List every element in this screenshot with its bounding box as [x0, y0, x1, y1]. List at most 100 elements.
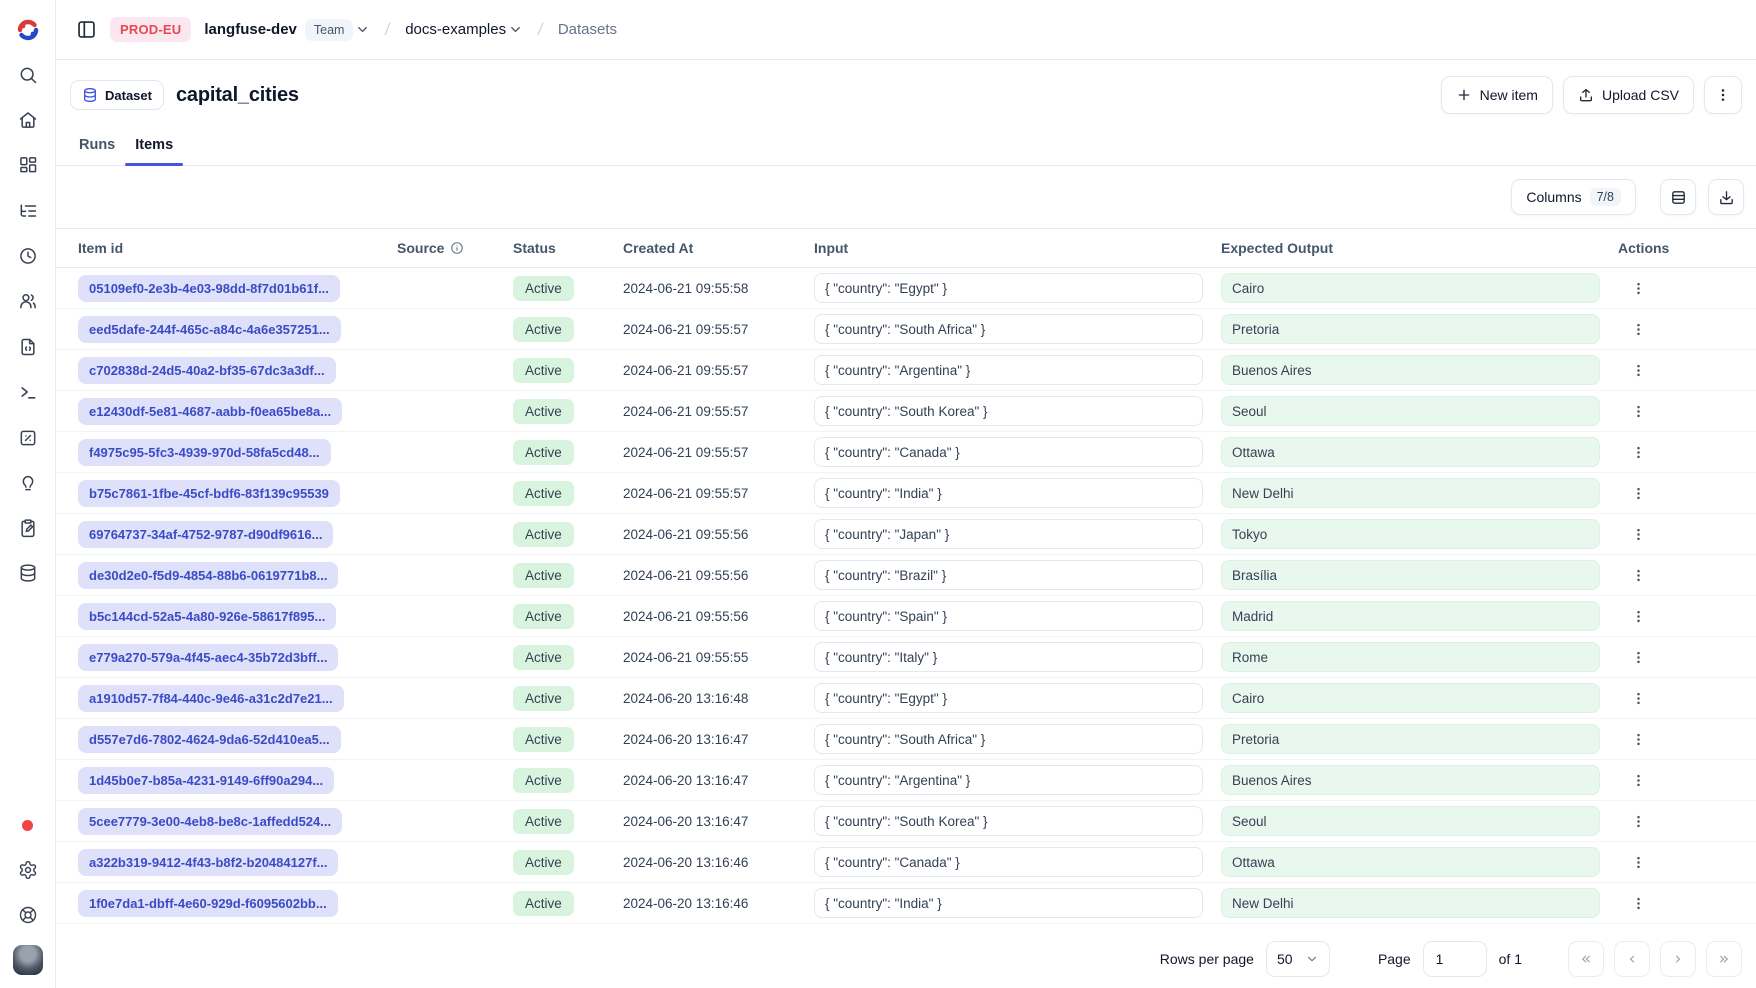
column-header-input[interactable]: Input: [806, 240, 1213, 256]
item-id-link[interactable]: eed5dafe-244f-465c-a84c-4a6e357251...: [78, 316, 341, 343]
sessions-clock-icon[interactable]: [13, 241, 43, 271]
item-id-link[interactable]: 5cee7779-3e00-4eb8-be8c-1affedd524...: [78, 808, 342, 835]
column-header-item-id[interactable]: Item id: [70, 240, 389, 256]
item-id-link[interactable]: 05109ef0-2e3b-4e03-98dd-8f7d01b61f...: [78, 275, 340, 302]
evaluation-percent-icon[interactable]: [13, 423, 43, 453]
row-actions-button[interactable]: [1624, 684, 1652, 712]
column-header-expected-output[interactable]: Expected Output: [1213, 240, 1610, 256]
settings-gear-icon[interactable]: [13, 855, 43, 885]
rows-per-page-select[interactable]: 50: [1266, 941, 1330, 977]
input-value[interactable]: { "country": "Argentina" }: [814, 355, 1203, 385]
row-actions-button[interactable]: [1624, 725, 1652, 753]
input-value[interactable]: { "country": "Canada" }: [814, 847, 1203, 877]
tracing-icon[interactable]: [13, 196, 43, 226]
expected-output-value[interactable]: Ottawa: [1221, 437, 1600, 467]
column-header-source[interactable]: Source: [389, 240, 505, 256]
page-more-actions-button[interactable]: [1704, 76, 1742, 114]
item-id-link[interactable]: e12430df-5e81-4687-aabb-f0ea65be8a...: [78, 398, 342, 425]
org-breadcrumb[interactable]: langfuse-dev Team: [204, 19, 370, 41]
item-id-link[interactable]: b5c144cd-52a5-4a80-926e-58617f895...: [78, 603, 336, 630]
expected-output-value[interactable]: Rome: [1221, 642, 1600, 672]
first-page-button[interactable]: «: [1568, 941, 1604, 977]
chevron-down-icon[interactable]: [355, 22, 370, 37]
playground-terminal-icon[interactable]: [13, 377, 43, 407]
row-actions-button[interactable]: [1624, 479, 1652, 507]
input-value[interactable]: { "country": "Spain" }: [814, 601, 1203, 631]
item-id-link[interactable]: e779a270-579a-4f45-aec4-35b72d3bff...: [78, 644, 338, 671]
input-value[interactable]: { "country": "Italy" }: [814, 642, 1203, 672]
expected-output-value[interactable]: Ottawa: [1221, 847, 1600, 877]
row-actions-button[interactable]: [1624, 807, 1652, 835]
input-value[interactable]: { "country": "South Africa" }: [814, 314, 1203, 344]
input-value[interactable]: { "country": "South Korea" }: [814, 806, 1203, 836]
item-id-link[interactable]: 69764737-34af-4752-9787-d90df9616...: [78, 521, 333, 548]
expected-output-value[interactable]: Pretoria: [1221, 724, 1600, 754]
input-value[interactable]: { "country": "South Africa" }: [814, 724, 1203, 754]
item-id-link[interactable]: d557e7d6-7802-4624-9da6-52d410ea5...: [78, 726, 341, 753]
new-item-button[interactable]: New item: [1441, 76, 1553, 114]
item-id-link[interactable]: 1d45b0e7-b85a-4231-9149-6ff90a294...: [78, 767, 334, 794]
input-value[interactable]: { "country": "India" }: [814, 478, 1203, 508]
expected-output-value[interactable]: Buenos Aires: [1221, 765, 1600, 795]
input-value[interactable]: { "country": "Brazil" }: [814, 560, 1203, 590]
row-actions-button[interactable]: [1624, 848, 1652, 876]
row-actions-button[interactable]: [1624, 356, 1652, 384]
lightbulb-icon[interactable]: [13, 468, 43, 498]
columns-button[interactable]: Columns 7/8: [1511, 179, 1636, 215]
expected-output-value[interactable]: New Delhi: [1221, 888, 1600, 918]
row-actions-button[interactable]: [1624, 561, 1652, 589]
column-header-status[interactable]: Status: [505, 240, 615, 256]
expected-output-value[interactable]: New Delhi: [1221, 478, 1600, 508]
column-header-created-at[interactable]: Created At: [615, 240, 806, 256]
input-value[interactable]: { "country": "Canada" }: [814, 437, 1203, 467]
item-id-link[interactable]: b75c7861-1fbe-45cf-bdf6-83f139c95539: [78, 480, 340, 507]
row-actions-button[interactable]: [1624, 766, 1652, 794]
tab-runs[interactable]: Runs: [69, 137, 125, 165]
export-download-button[interactable]: [1708, 179, 1744, 215]
expected-output-value[interactable]: Seoul: [1221, 806, 1600, 836]
chevron-down-icon[interactable]: [508, 22, 523, 37]
input-value[interactable]: { "country": "India" }: [814, 888, 1203, 918]
row-actions-button[interactable]: [1624, 889, 1652, 917]
row-actions-button[interactable]: [1624, 602, 1652, 630]
last-page-button[interactable]: »: [1706, 941, 1742, 977]
row-actions-button[interactable]: [1624, 520, 1652, 548]
page-number-input[interactable]: [1423, 941, 1487, 977]
item-id-link[interactable]: f4975c95-5fc3-4939-970d-58fa5cd48...: [78, 439, 331, 466]
project-breadcrumb[interactable]: docs-examples: [405, 21, 523, 38]
item-id-link[interactable]: de30d2e0-f5d9-4854-88b6-0619771b8...: [78, 562, 338, 589]
datasets-database-icon[interactable]: [13, 558, 43, 588]
langfuse-logo[interactable]: [0, 0, 55, 60]
support-lifebuoy-icon[interactable]: [13, 900, 43, 930]
input-value[interactable]: { "country": "Egypt" }: [814, 683, 1203, 713]
home-icon[interactable]: [13, 105, 43, 135]
search-icon[interactable]: [13, 60, 43, 90]
input-value[interactable]: { "country": "South Korea" }: [814, 396, 1203, 426]
user-avatar[interactable]: [13, 945, 43, 975]
row-actions-button[interactable]: [1624, 397, 1652, 425]
tab-items[interactable]: Items: [125, 137, 183, 165]
row-actions-button[interactable]: [1624, 274, 1652, 302]
item-id-link[interactable]: 1f0e7da1-dbff-4e60-929d-f6095602bb...: [78, 890, 338, 917]
input-value[interactable]: { "country": "Egypt" }: [814, 273, 1203, 303]
expected-output-value[interactable]: Pretoria: [1221, 314, 1600, 344]
expected-output-value[interactable]: Cairo: [1221, 273, 1600, 303]
row-height-button[interactable]: [1660, 179, 1696, 215]
expected-output-value[interactable]: Cairo: [1221, 683, 1600, 713]
expected-output-value[interactable]: Madrid: [1221, 601, 1600, 631]
dashboard-icon[interactable]: [13, 150, 43, 180]
users-icon[interactable]: [13, 286, 43, 316]
next-page-button[interactable]: ›: [1660, 941, 1696, 977]
expected-output-value[interactable]: Tokyo: [1221, 519, 1600, 549]
input-value[interactable]: { "country": "Argentina" }: [814, 765, 1203, 795]
prompts-file-icon[interactable]: [13, 332, 43, 362]
sidebar-toggle-icon[interactable]: [76, 19, 97, 40]
input-value[interactable]: { "country": "Japan" }: [814, 519, 1203, 549]
row-actions-button[interactable]: [1624, 438, 1652, 466]
upload-csv-button[interactable]: Upload CSV: [1563, 76, 1694, 114]
row-actions-button[interactable]: [1624, 315, 1652, 343]
row-actions-button[interactable]: [1624, 643, 1652, 671]
item-id-link[interactable]: a322b319-9412-4f43-b8f2-b20484127f...: [78, 849, 338, 876]
expected-output-value[interactable]: Seoul: [1221, 396, 1600, 426]
previous-page-button[interactable]: ‹: [1614, 941, 1650, 977]
